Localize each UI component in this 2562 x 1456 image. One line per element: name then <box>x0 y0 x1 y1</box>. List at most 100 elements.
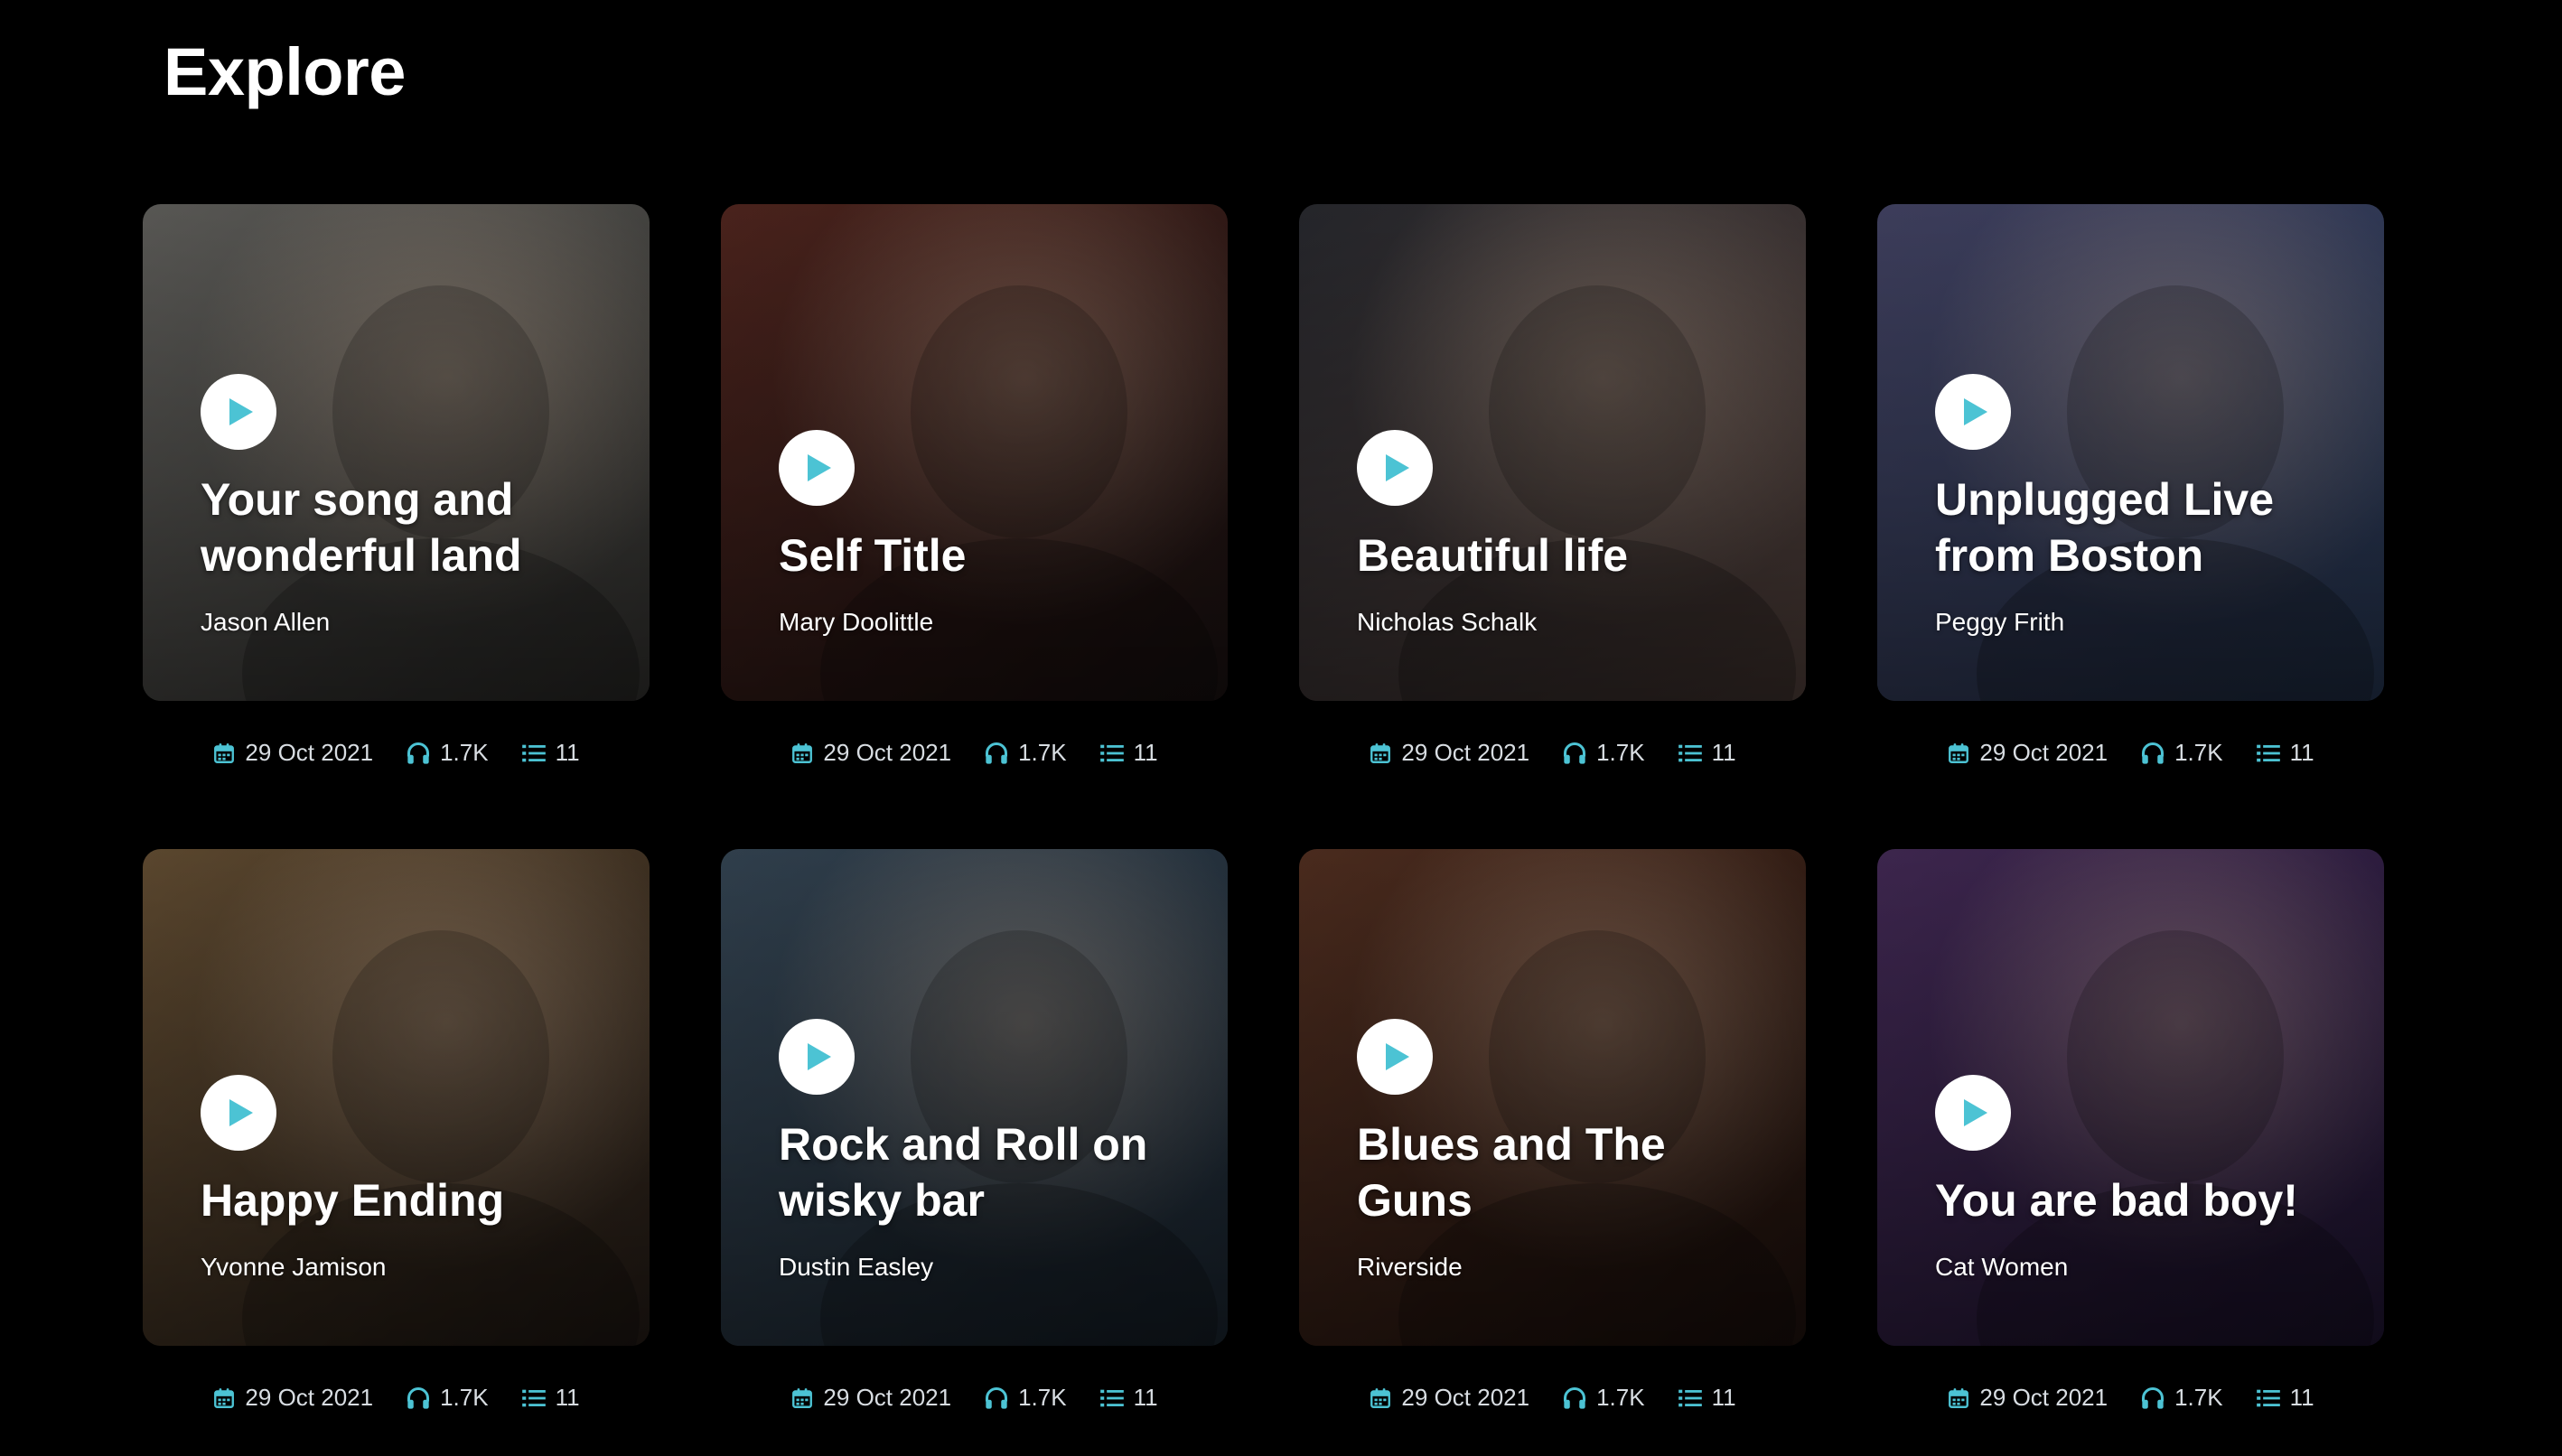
play-count: 1.7K <box>1596 739 1645 766</box>
artist-name[interactable]: Cat Women <box>1935 1252 2068 1283</box>
album-cover[interactable]: Your song and wonderful land Jason Allen <box>143 204 650 701</box>
date-item: 29 Oct 2021 <box>1369 1384 1529 1412</box>
list-icon <box>1678 742 1703 764</box>
album-card[interactable]: Blues and The Guns Riverside 29 Oct 2021 1.… <box>1299 849 1806 1456</box>
play-button[interactable] <box>779 1019 855 1095</box>
date-item: 29 Oct 2021 <box>1947 739 2108 767</box>
song-title[interactable]: Self Title <box>779 527 966 583</box>
album-card[interactable]: Beautiful life Nicholas Schalk 29 Oct 2021… <box>1299 204 1806 849</box>
headphones-icon <box>2140 742 2165 765</box>
release-date: 29 Oct 2021 <box>1401 739 1530 766</box>
album-meta: 29 Oct 2021 1.7K 11 <box>1877 739 2384 767</box>
headphones-icon <box>2140 1386 2165 1410</box>
headphones-icon <box>1562 742 1587 765</box>
song-title[interactable]: Beautiful life <box>1357 527 1628 583</box>
tracks-item: 11 <box>1099 739 1158 767</box>
album-card[interactable]: Self Title Mary Doolittle 29 Oct 2021 1.7K 1… <box>721 204 1228 849</box>
album-cover[interactable]: Rock and Roll on wisky bar Dustin Easley <box>721 849 1228 1346</box>
play-button[interactable] <box>779 430 855 506</box>
headphones-icon <box>984 1386 1009 1410</box>
album-card[interactable]: You are bad boy! Cat Women 29 Oct 2021 1.7K… <box>1877 849 2384 1456</box>
artist-name[interactable]: Peggy Frith <box>1935 607 2064 638</box>
date-item: 29 Oct 2021 <box>790 1384 951 1412</box>
album-cover[interactable]: Beautiful life Nicholas Schalk <box>1299 204 1806 701</box>
album-meta: 29 Oct 2021 1.7K 11 <box>1877 1384 2384 1412</box>
album-cover[interactable]: Happy Ending Yvonne Jamison <box>143 849 650 1346</box>
song-title[interactable]: You are bad boy! <box>1935 1172 2298 1228</box>
date-item: 29 Oct 2021 <box>1947 1384 2108 1412</box>
play-button[interactable] <box>201 1075 276 1151</box>
album-meta: 29 Oct 2021 1.7K 11 <box>1299 739 1806 767</box>
track-count: 11 <box>1711 739 1736 766</box>
album-card[interactable]: Happy Ending Yvonne Jamison 29 Oct 2021 1.7… <box>143 849 650 1456</box>
calendar-icon <box>790 742 814 765</box>
list-icon <box>1099 1387 1125 1409</box>
play-button[interactable] <box>1935 374 2011 450</box>
play-icon <box>808 454 831 481</box>
album-cover[interactable]: Unplugged Live from Boston Peggy Frith <box>1877 204 2384 701</box>
album-cover[interactable]: Blues and The Guns Riverside <box>1299 849 1806 1346</box>
plays-item: 1.7K <box>1562 1384 1645 1412</box>
headphones-icon <box>1562 1386 1587 1410</box>
plays-item: 1.7K <box>406 1384 489 1412</box>
album-meta: 29 Oct 2021 1.7K 11 <box>1299 1384 1806 1412</box>
play-count: 1.7K <box>1596 1384 1645 1411</box>
list-icon <box>1678 1387 1703 1409</box>
album-card[interactable]: Your song and wonderful land Jason Allen 2… <box>143 204 650 849</box>
list-icon <box>521 742 547 764</box>
calendar-icon <box>212 742 236 765</box>
date-item: 29 Oct 2021 <box>212 1384 373 1412</box>
artist-name[interactable]: Nicholas Schalk <box>1357 607 1537 638</box>
plays-item: 1.7K <box>406 739 489 767</box>
plays-item: 1.7K <box>984 1384 1067 1412</box>
track-count: 11 <box>1133 1384 1158 1411</box>
release-date: 29 Oct 2021 <box>1401 1384 1530 1411</box>
song-title[interactable]: Rock and Roll on wisky bar <box>779 1116 1192 1228</box>
headphones-icon <box>984 742 1009 765</box>
plays-item: 1.7K <box>984 739 1067 767</box>
artist-name[interactable]: Yvonne Jamison <box>201 1252 386 1283</box>
calendar-icon <box>1947 1386 1970 1410</box>
play-icon <box>1964 1099 1987 1126</box>
tracks-item: 11 <box>2256 1384 2314 1412</box>
artist-name[interactable]: Mary Doolittle <box>779 607 933 638</box>
calendar-icon <box>790 1386 814 1410</box>
song-title[interactable]: Your song and wonderful land <box>201 471 613 583</box>
release-date: 29 Oct 2021 <box>1979 1384 2109 1411</box>
album-card[interactable]: Rock and Roll on wisky bar Dustin Easley 2… <box>721 849 1228 1456</box>
play-button[interactable] <box>1935 1075 2011 1151</box>
song-title[interactable]: Blues and The Guns <box>1357 1116 1770 1228</box>
album-grid: Your song and wonderful land Jason Allen 2… <box>143 204 2384 1456</box>
date-item: 29 Oct 2021 <box>1369 739 1529 767</box>
artist-name[interactable]: Jason Allen <box>201 607 330 638</box>
song-title[interactable]: Happy Ending <box>201 1172 504 1228</box>
play-button[interactable] <box>1357 430 1433 506</box>
date-item: 29 Oct 2021 <box>212 739 373 767</box>
explore-page: Explore Your song and wonderful land Jaso… <box>0 0 2562 1456</box>
list-icon <box>2256 742 2281 764</box>
date-item: 29 Oct 2021 <box>790 739 951 767</box>
track-count: 11 <box>2289 739 2314 766</box>
play-icon <box>1386 454 1409 481</box>
tracks-item: 11 <box>2256 739 2314 767</box>
headphones-icon <box>406 1386 431 1410</box>
play-button[interactable] <box>201 374 276 450</box>
plays-item: 1.7K <box>2140 739 2223 767</box>
artist-name[interactable]: Dustin Easley <box>779 1252 933 1283</box>
play-count: 1.7K <box>2174 739 2223 766</box>
album-card[interactable]: Unplugged Live from Boston Peggy Frith 29 … <box>1877 204 2384 849</box>
track-count: 11 <box>1711 1384 1736 1411</box>
plays-item: 1.7K <box>2140 1384 2223 1412</box>
song-title[interactable]: Unplugged Live from Boston <box>1935 471 2348 583</box>
calendar-icon <box>212 1386 236 1410</box>
album-cover[interactable]: Self Title Mary Doolittle <box>721 204 1228 701</box>
tracks-item: 11 <box>1099 1384 1158 1412</box>
play-button[interactable] <box>1357 1019 1433 1095</box>
track-count: 11 <box>555 1384 580 1411</box>
play-count: 1.7K <box>1018 739 1067 766</box>
track-count: 11 <box>1133 739 1158 766</box>
artist-name[interactable]: Riverside <box>1357 1252 1463 1283</box>
list-icon <box>521 1387 547 1409</box>
album-cover[interactable]: You are bad boy! Cat Women <box>1877 849 2384 1346</box>
play-icon <box>229 398 253 425</box>
